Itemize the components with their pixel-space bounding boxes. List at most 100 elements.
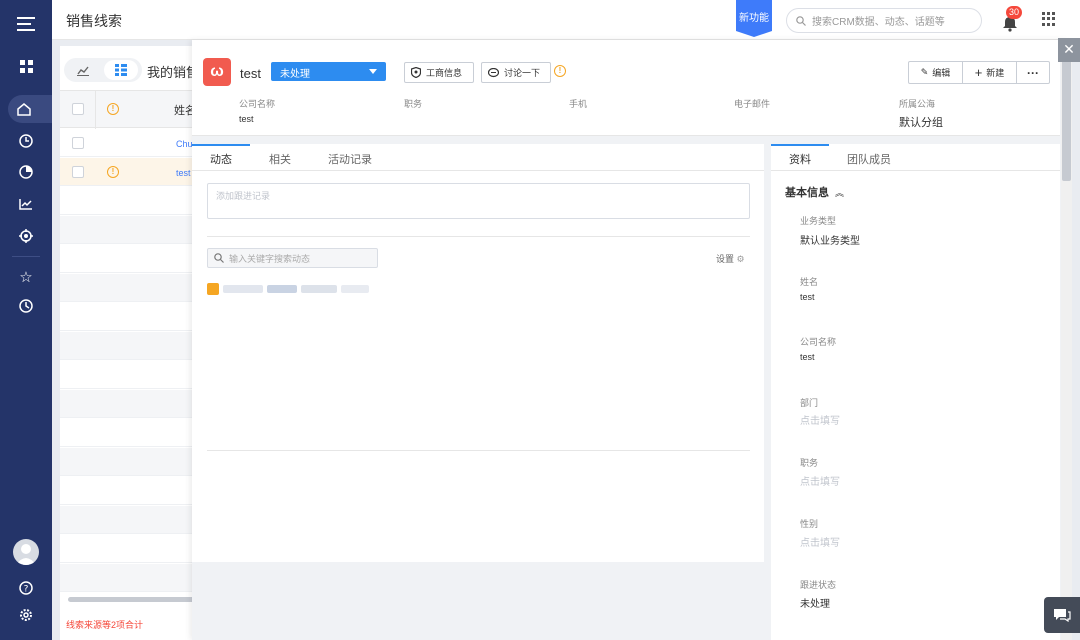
field-value[interactable]: test [800,352,815,362]
new-label: 新建 [986,68,1005,78]
history-icon[interactable] [14,294,38,318]
field-value-company: test [239,114,254,124]
view-toggle[interactable] [64,58,142,82]
edit-record-icon [207,283,219,295]
home-icon[interactable] [8,95,52,123]
blurred-text [301,285,337,293]
discuss-label: 讨论一下 [504,68,541,78]
tab-activity-log[interactable]: 活动记录 [328,151,372,167]
collapse-icon: ︽ [835,187,845,198]
left-nav: ☆ ? [0,0,52,640]
note-placeholder: 添加跟进记录 [216,191,271,201]
row-checkbox[interactable] [72,137,84,149]
tab-profile[interactable]: 资料 [789,151,811,167]
summary-footer: 线索来源等2项合计 [66,620,144,630]
dashboard-icon[interactable] [14,54,38,78]
chat-bubble-icon [488,67,499,77]
table-row [60,477,200,505]
status-value: 未处理 [280,69,310,80]
field-value[interactable]: 默认业务类型 [800,232,860,247]
chat-icon [1054,609,1071,622]
table-row [60,419,200,447]
active-tab-indicator [192,144,250,146]
gear-icon: ⚙ [736,254,745,264]
table-row[interactable]: ! test [60,158,200,186]
pie-chart-icon[interactable] [14,160,38,184]
field-label-pool: 所属公海 [899,99,936,109]
field-label: 职务 [800,458,819,468]
scrollbar-thumb[interactable] [1062,41,1071,181]
star-icon[interactable]: ☆ [14,265,38,289]
more-button[interactable]: ··· [1017,62,1049,83]
info-icon[interactable]: ! [554,65,566,77]
row-checkbox[interactable] [72,166,84,178]
global-search-input[interactable]: 搜索CRM数据、动态、话题等 [786,8,982,33]
notification-count: 30 [1006,6,1023,19]
divider [207,450,750,451]
select-all-checkbox[interactable] [72,103,84,115]
lead-logo: ω [203,58,231,86]
tab-related[interactable]: 相关 [269,151,291,167]
apps-grid-icon[interactable] [1042,12,1056,26]
horizontal-scrollbar[interactable] [68,597,200,602]
new-feature-badge[interactable]: 新功能 [736,0,772,37]
menu-icon[interactable] [14,12,38,36]
table-row [60,564,200,592]
help-icon[interactable]: ? [14,576,38,600]
business-info-button[interactable]: 工商信息 [404,62,474,83]
lead-name-link[interactable]: Chu [176,139,193,149]
detail-header: ω test 未处理 工商信息 讨论一下 ! ✎ 编辑 + 新建 ··· 公司名… [192,40,1060,136]
chat-support-button[interactable] [1044,597,1080,633]
avatar[interactable] [13,539,39,565]
table-row [60,216,200,244]
clock-chart-icon[interactable] [14,129,38,153]
table-row[interactable]: Chu [60,129,200,157]
table-row [60,448,200,476]
table-row [60,332,200,360]
table-view-icon[interactable] [115,64,127,76]
caret-down-icon [369,69,377,74]
activity-search-input[interactable]: 输入关键字搜索动态 [207,248,378,268]
close-drawer-button[interactable]: ✕ [1058,38,1080,62]
lead-name-link[interactable]: test [176,168,191,178]
tab-team-members[interactable]: 团队成员 [847,151,891,167]
edit-button[interactable]: ✎ 编辑 [909,62,963,83]
table-row [60,245,200,273]
discuss-button[interactable]: 讨论一下 [481,62,551,83]
field-value[interactable]: test [800,292,815,302]
warning-icon: ! [107,166,119,178]
field-placeholder[interactable]: 点击填写 [800,412,840,427]
feed-item[interactable] [207,283,407,295]
table-row [60,274,200,302]
feed-settings-button[interactable]: 设置 ⚙ [716,252,745,265]
search-icon [214,253,224,263]
field-placeholder[interactable]: 点击填写 [800,534,840,549]
settings-label: 设置 [716,254,735,264]
field-value[interactable]: 未处理 [800,595,830,610]
chart-view-icon[interactable] [77,64,89,76]
activity-tabs: 动态 相关 活动记录 [192,144,764,171]
target-icon[interactable] [14,224,38,248]
new-button[interactable]: + 新建 [963,62,1017,83]
nav-divider [12,256,40,257]
status-select[interactable]: 未处理 [271,62,386,81]
action-button-group: ✎ 编辑 + 新建 ··· [908,61,1050,84]
page-title: 销售线索 [66,13,122,29]
section-title: 基本信息 [785,187,829,199]
blurred-text [341,285,369,293]
field-label: 部门 [800,398,819,408]
line-chart-icon[interactable] [14,192,38,216]
field-label: 跟进状态 [800,580,837,590]
table-row [60,303,200,331]
field-placeholder[interactable]: 点击填写 [800,473,840,488]
table-row [60,506,200,534]
record-name: test [240,66,261,81]
section-header[interactable]: 基本信息 ︽ [785,184,844,200]
vertical-scrollbar[interactable] [1061,40,1072,640]
tab-feed[interactable]: 动态 [210,151,232,167]
profile-side-panel: 资料 团队成员 基本信息 ︽ 业务类型 默认业务类型 姓名 test 公司名称 … [771,144,1060,640]
follow-up-note-input[interactable]: 添加跟进记录 [207,183,750,219]
field-label: 公司名称 [800,337,837,347]
plus-icon: + [974,65,983,80]
settings-icon[interactable] [14,603,38,627]
